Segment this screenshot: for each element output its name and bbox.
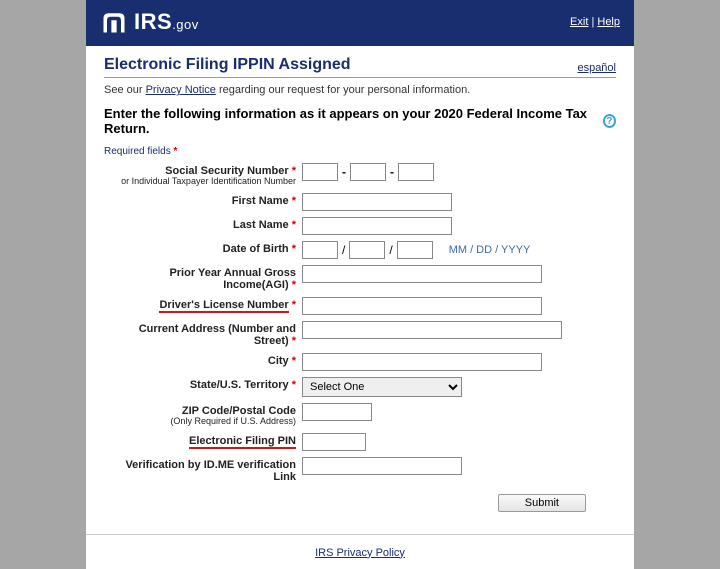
ssn-1-input[interactable]	[302, 163, 338, 181]
dob-dd-input[interactable]	[349, 241, 385, 259]
dash: -	[342, 165, 346, 179]
privacy-notice-link[interactable]: Privacy Notice	[146, 84, 216, 96]
ssn-3-input[interactable]	[398, 163, 434, 181]
footer-privacy-link[interactable]: IRS Privacy Policy	[315, 547, 405, 559]
zip-label: ZIP Code/Postal Code(Only Required if U.…	[104, 403, 302, 427]
agi-input[interactable]	[302, 265, 542, 283]
first-name-label: First Name *	[104, 193, 302, 207]
verify-label: Verification by ID.ME verification Link	[104, 457, 302, 483]
irs-eagle-icon	[100, 8, 128, 36]
help-link[interactable]: Help	[597, 16, 620, 28]
verify-input[interactable]	[302, 457, 462, 475]
last-name-label: Last Name *	[104, 217, 302, 231]
privacy-notice: See our Privacy Notice regarding our req…	[104, 84, 616, 96]
page-title: Electronic Filing IPPIN Assigned	[104, 56, 351, 74]
ssn-2-input[interactable]	[350, 163, 386, 181]
logo-text: IRS.gov	[134, 9, 199, 35]
address-label: Current Address (Number and Street) *	[104, 321, 302, 347]
slash: /	[342, 243, 345, 257]
espanol-link[interactable]: español	[577, 62, 616, 74]
header-links: Exit | Help	[570, 16, 620, 28]
logo: IRS.gov	[100, 8, 199, 36]
dob-hint: MM / DD / YYYY	[449, 244, 531, 256]
footer: IRS Privacy Policy	[86, 534, 634, 569]
pin-input[interactable]	[302, 433, 366, 451]
dob-yyyy-input[interactable]	[397, 241, 433, 259]
city-input[interactable]	[302, 353, 542, 371]
last-name-input[interactable]	[302, 217, 452, 235]
license-label: Driver's License Number *	[104, 297, 302, 313]
help-icon[interactable]: ?	[603, 114, 616, 128]
exit-link[interactable]: Exit	[570, 16, 588, 28]
dob-mm-input[interactable]	[302, 241, 338, 259]
pin-label: Electronic Filing PIN	[104, 433, 302, 449]
first-name-input[interactable]	[302, 193, 452, 211]
dob-label: Date of Birth *	[104, 241, 302, 255]
required-fields-note: Required fields *	[104, 146, 616, 157]
ssn-label: Social Security Number *or Individual Ta…	[104, 163, 302, 187]
address-input[interactable]	[302, 321, 562, 339]
agi-label: Prior Year Annual Gross Income(AGI) *	[104, 265, 302, 291]
city-label: City *	[104, 353, 302, 367]
slash: /	[389, 243, 392, 257]
header: IRS.gov Exit | Help	[86, 0, 634, 46]
zip-input[interactable]	[302, 403, 372, 421]
license-input[interactable]	[302, 297, 542, 315]
state-select[interactable]: Select One	[302, 377, 462, 397]
dash: -	[390, 165, 394, 179]
instruction-text: Enter the following information as it ap…	[104, 106, 616, 136]
state-label: State/U.S. Territory *	[104, 377, 302, 391]
